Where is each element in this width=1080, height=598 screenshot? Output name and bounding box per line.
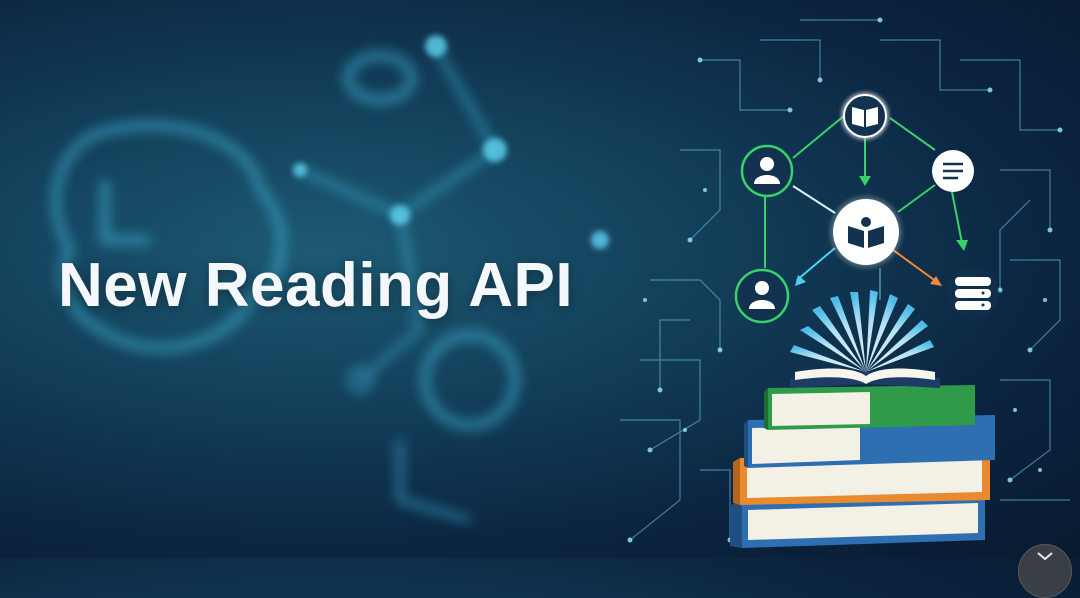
- open-book-node: [842, 93, 888, 139]
- database-icon: [955, 277, 991, 310]
- user-node-lower: [734, 268, 790, 324]
- reading-book-node: [830, 196, 902, 268]
- database-node: [947, 267, 999, 319]
- list-node: [932, 150, 974, 192]
- user-node: [740, 144, 794, 198]
- scroll-down-button[interactable]: [1018, 544, 1072, 598]
- book-stack: [730, 290, 995, 548]
- chevron-down-icon: [1037, 552, 1053, 561]
- page-title: New Reading API: [58, 251, 574, 320]
